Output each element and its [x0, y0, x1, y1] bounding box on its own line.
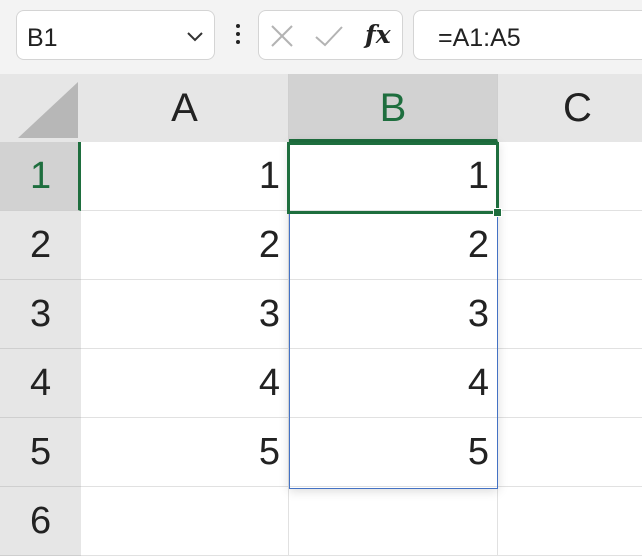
cell-a6[interactable]: [81, 487, 289, 556]
cell-b3[interactable]: 3: [289, 280, 498, 349]
row-header-5[interactable]: 5: [0, 418, 81, 487]
cell-c1[interactable]: [498, 142, 642, 211]
worksheet-grid: A B C 1 1 1 2 2 2 3 3 3 4 4 4 5 5 5 6: [0, 74, 642, 556]
select-all-icon: [18, 82, 78, 138]
cell-b6[interactable]: [289, 487, 498, 556]
more-options-icon[interactable]: [230, 24, 246, 50]
cell-c2[interactable]: [498, 211, 642, 280]
name-box-value[interactable]: B1: [27, 24, 58, 53]
column-header-b[interactable]: B: [289, 74, 498, 142]
cell-c4[interactable]: [498, 349, 642, 418]
cell-a5[interactable]: 5: [81, 418, 289, 487]
formula-bar: B1 fx =A1:A5: [0, 0, 642, 74]
cell-b4[interactable]: 4: [289, 349, 498, 418]
fill-handle[interactable]: [493, 208, 502, 217]
row-header-3[interactable]: 3: [0, 280, 81, 349]
chevron-down-icon[interactable]: [184, 25, 206, 47]
row-header-1[interactable]: 1: [0, 142, 81, 211]
column-header-a[interactable]: A: [81, 74, 289, 142]
cancel-icon[interactable]: [269, 23, 295, 49]
cell-a4[interactable]: 4: [81, 349, 289, 418]
cell-c6[interactable]: [498, 487, 642, 556]
formula-text[interactable]: =A1:A5: [438, 24, 521, 53]
cell-a3[interactable]: 3: [81, 280, 289, 349]
column-header-c[interactable]: C: [498, 74, 642, 142]
cell-c5[interactable]: [498, 418, 642, 487]
formula-input[interactable]: =A1:A5: [413, 10, 642, 60]
cell-b5[interactable]: 5: [289, 418, 498, 487]
row-header-6[interactable]: 6: [0, 487, 81, 556]
enter-check-icon[interactable]: [313, 23, 345, 49]
cell-b2[interactable]: 2: [289, 211, 498, 280]
cell-c3[interactable]: [498, 280, 642, 349]
row-header-2[interactable]: 2: [0, 211, 81, 280]
row-header-4[interactable]: 4: [0, 349, 81, 418]
insert-function-icon[interactable]: fx: [365, 20, 391, 49]
name-box[interactable]: B1: [16, 10, 215, 60]
cell-a1[interactable]: 1: [81, 142, 289, 211]
cell-a2[interactable]: 2: [81, 211, 289, 280]
cell-b1[interactable]: 1: [289, 142, 498, 211]
select-all-button[interactable]: [0, 74, 81, 142]
formula-buttons: fx: [258, 10, 403, 60]
